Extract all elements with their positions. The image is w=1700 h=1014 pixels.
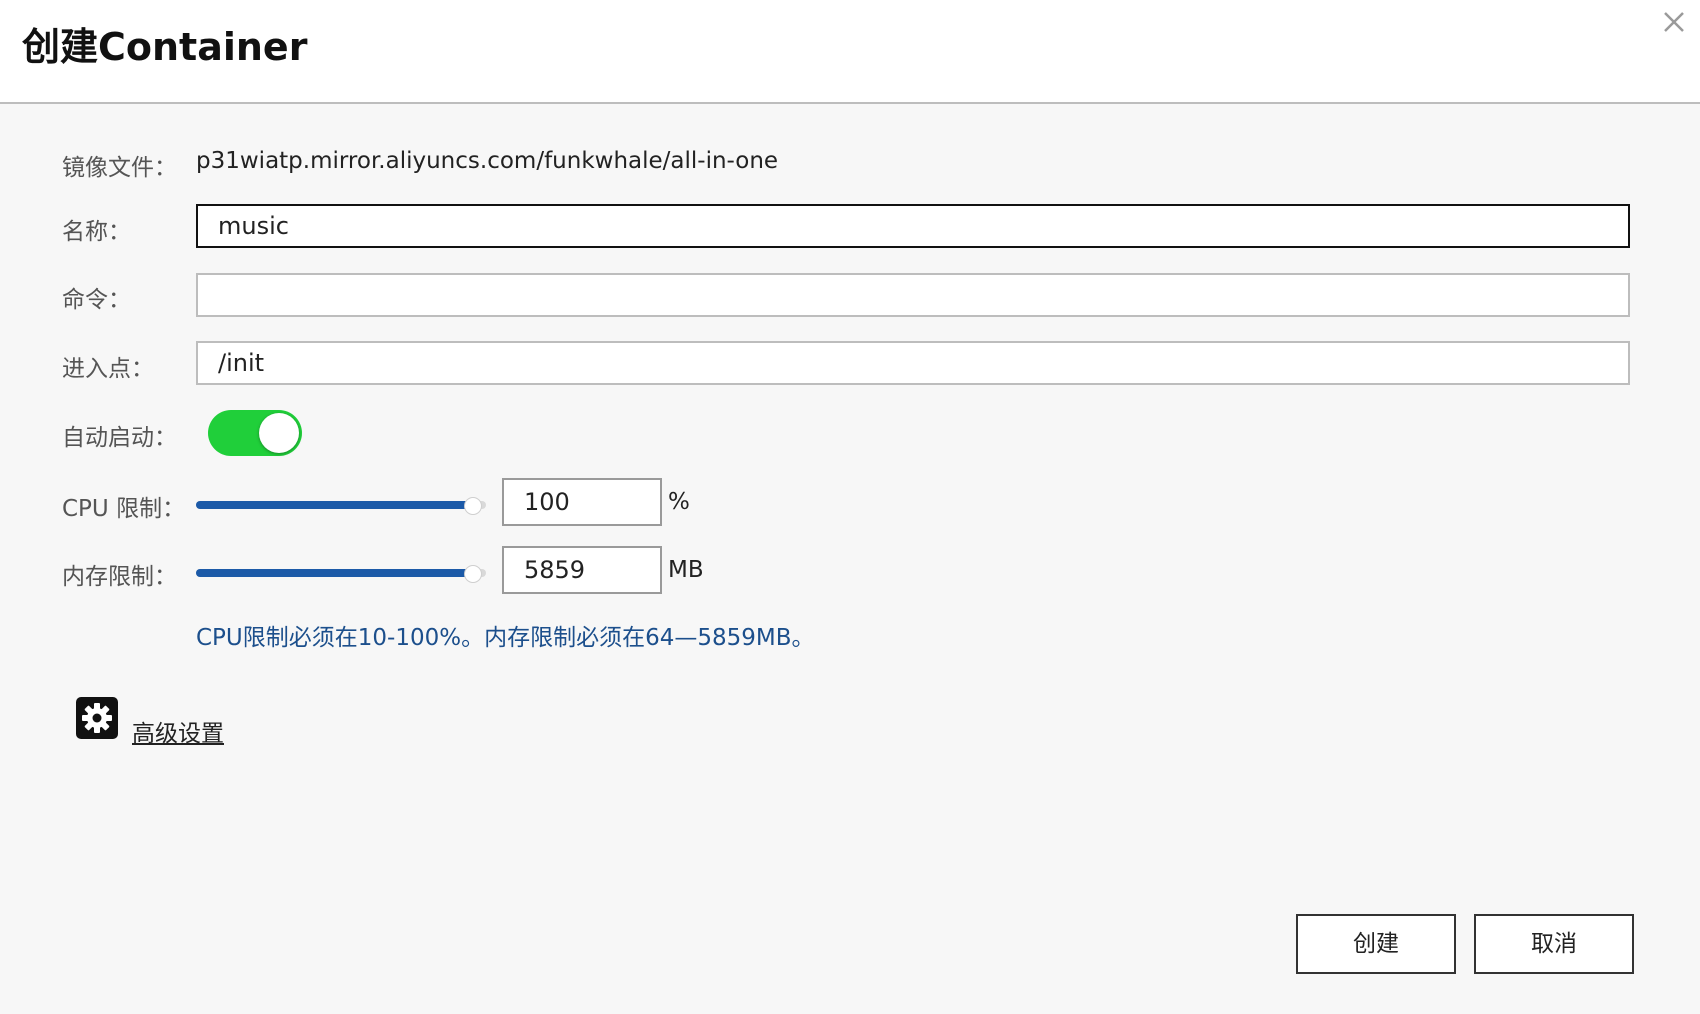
memory-slider[interactable]	[196, 565, 486, 583]
memory-unit: MB	[668, 557, 704, 583]
image-value: p31wiatp.mirror.aliyuncs.com/funkwhale/a…	[196, 148, 779, 174]
autostart-label: 自动启动：	[62, 425, 177, 451]
entrypoint-input[interactable]	[196, 341, 1630, 385]
memory-limit-input[interactable]: 5859	[502, 546, 662, 594]
cpu-limit-label: CPU 限制：	[62, 496, 186, 522]
autostart-toggle[interactable]	[208, 410, 302, 456]
name-label: 名称：	[62, 219, 131, 245]
limit-hint: CPU限制必须在10-100%。内存限制必须在64—5859MB。	[196, 625, 815, 651]
command-label: 命令：	[62, 287, 131, 313]
dialog-header: 创建Container	[0, 0, 1700, 104]
cpu-limit-input[interactable]: 100	[502, 478, 662, 526]
slider-fill	[196, 501, 472, 509]
gear-icon[interactable]	[75, 696, 119, 740]
advanced-settings-link[interactable]: 高级设置	[132, 714, 224, 748]
cpu-slider[interactable]	[196, 497, 486, 515]
toggle-knob	[259, 413, 299, 453]
name-input[interactable]	[196, 204, 1630, 248]
entrypoint-label: 进入点：	[62, 356, 154, 382]
close-icon[interactable]	[1656, 4, 1692, 40]
command-input[interactable]	[196, 273, 1630, 317]
image-label: 镜像文件：	[62, 155, 177, 181]
create-button[interactable]: 创建	[1296, 914, 1456, 974]
memory-limit-label: 内存限制：	[62, 564, 177, 590]
cancel-button[interactable]: 取消	[1474, 914, 1634, 974]
slider-thumb[interactable]	[463, 497, 482, 515]
slider-fill	[196, 569, 472, 577]
dialog-title: 创建Container	[22, 25, 308, 69]
slider-thumb[interactable]	[463, 565, 482, 583]
cpu-unit: %	[668, 489, 690, 515]
